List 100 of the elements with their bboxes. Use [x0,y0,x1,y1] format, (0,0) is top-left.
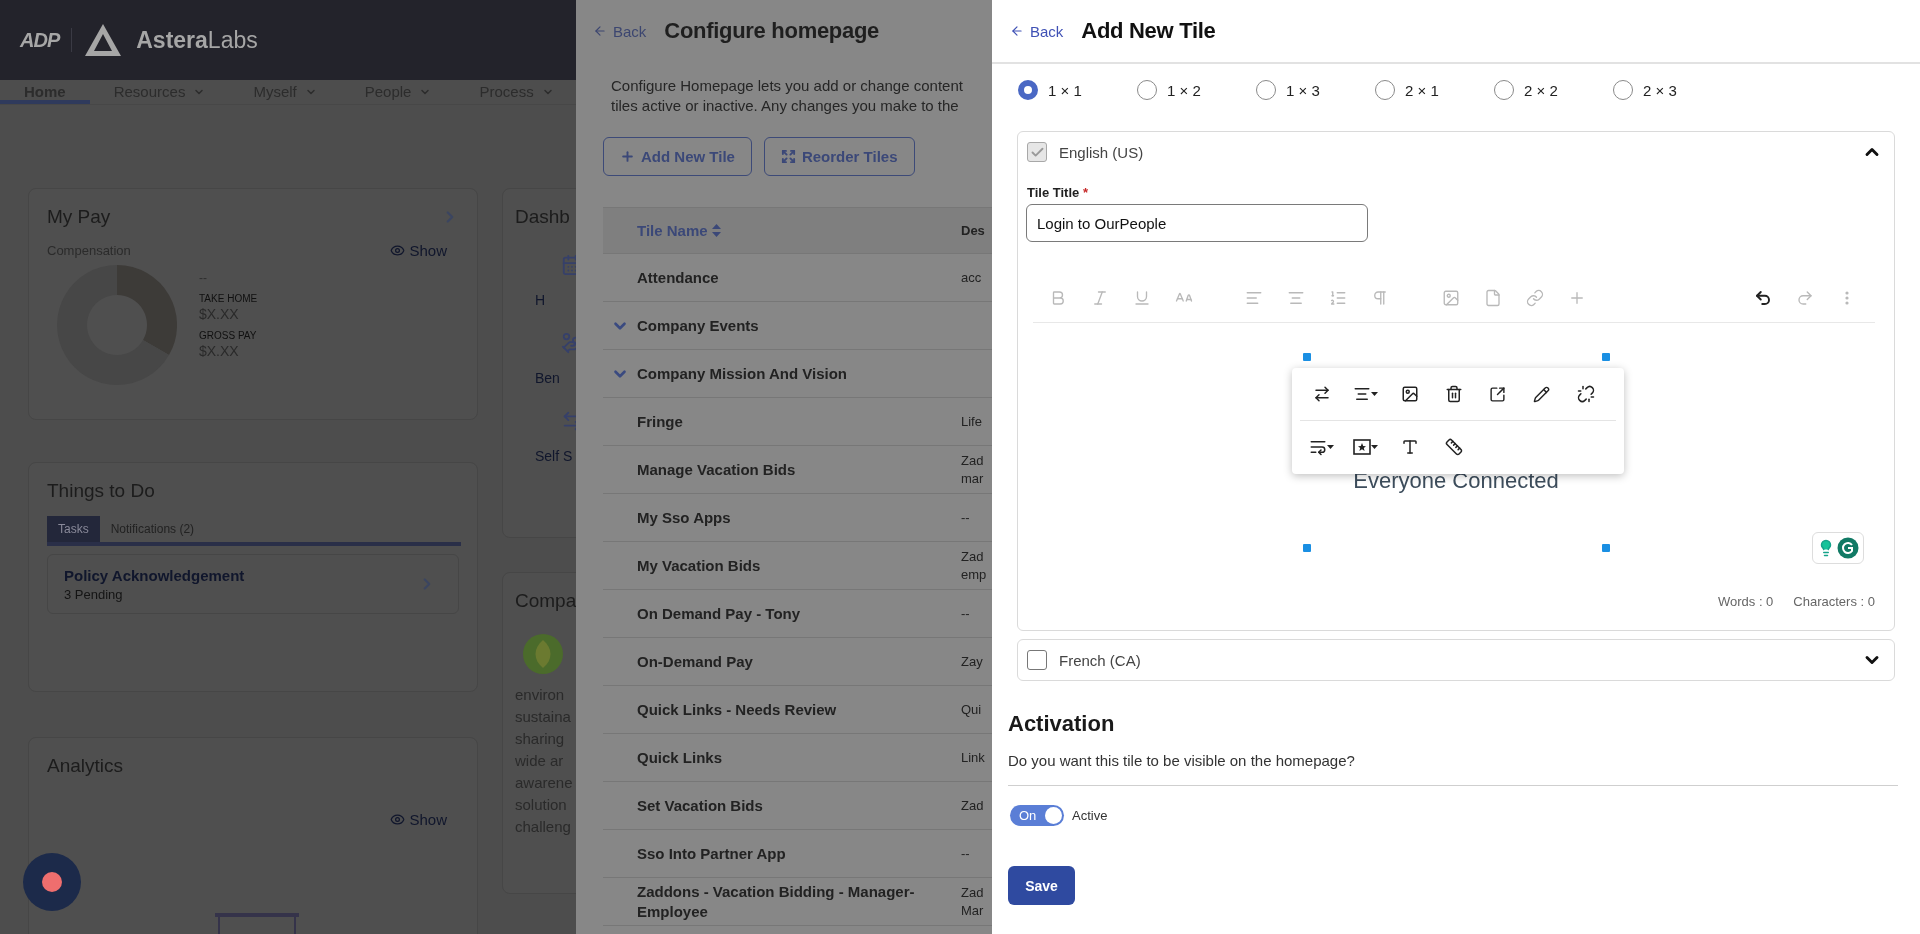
underline-icon [1133,289,1151,307]
field-label: Tile Title * [1027,185,1089,200]
table-cell-text: Quick Links [637,747,724,768]
panel-title: Configure homepage [664,18,879,44]
italic-icon [1091,289,1109,307]
toggle-switch[interactable]: On [1010,805,1064,826]
table-cell-text: Company Events [637,315,760,336]
table-cell-text: Company Mission And Vision [637,363,849,384]
plus-icon [620,149,635,164]
radio-button[interactable] [1256,80,1276,100]
back-link[interactable]: Back [593,22,647,40]
panel-title: Add New Tile [1081,18,1216,44]
dashboard-link[interactable]: Ben [535,370,560,386]
brand-logo[interactable]: AsteraLabs [136,26,258,54]
table-cell-text: Quick Links - Needs Review [637,699,838,720]
table-cell-text: My Sso Apps [637,507,732,528]
show-link[interactable]: Show [390,811,447,828]
ruler-icon [1444,438,1463,456]
table-cell-text: Zay [961,652,984,671]
table-cell-text: Qui [961,700,983,719]
resize-handle[interactable] [1601,353,1610,361]
table-cell-text: On-Demand Pay [637,651,754,672]
radio-button[interactable] [1018,80,1038,100]
numbered-list-icon [1329,289,1347,307]
size-option[interactable]: 1 × 2 [1137,80,1256,100]
add-tile-button[interactable]: Add New Tile [603,137,752,176]
table-cell-text: Zad emp [961,547,988,584]
description-line: Configure Homepage lets you add or change content [611,76,964,96]
table-cell-text: Zad Mar [961,883,985,920]
radio-button[interactable] [1137,80,1157,100]
checkbox[interactable] [1027,650,1047,670]
figure-label: GROSS PAY [199,330,258,341]
table-cell-text: Set Vacation Bids [637,795,764,816]
link-icon [1526,289,1544,307]
radio-button[interactable] [1613,80,1633,100]
status-label: Active [1072,808,1108,823]
arrow-left-icon [1010,24,1024,38]
size-option[interactable]: 2 × 2 [1494,80,1613,100]
task-title: Policy Acknowledgement [64,566,245,584]
table-cell-text: Fringe [637,411,684,432]
dashboard-link[interactable]: Self S [535,448,573,464]
table-cell-text: On Demand Pay - Tony [637,603,802,624]
table-cell-text: -- [961,508,971,527]
table-cell-text: acc [961,268,983,287]
leaf-avatar-icon [523,634,563,674]
resize-handle[interactable] [1601,544,1610,552]
resize-handle[interactable] [1302,353,1311,361]
tab[interactable]: Tasks [47,516,100,542]
language-label: French (CA) [1059,651,1142,669]
align-left-icon [1245,289,1263,307]
word-count: Words : 0 [1717,593,1774,609]
column-header[interactable]: Tile Name [637,220,961,241]
reorder-button[interactable]: Reorder Tiles [763,137,915,176]
caret-icon [1371,445,1378,449]
size-option[interactable]: 1 × 1 [1018,80,1137,100]
size-option[interactable]: 2 × 1 [1375,80,1494,100]
show-link[interactable]: Show [390,242,447,259]
eye-icon [390,812,406,827]
table-cell-text: Manage Vacation Bids [637,459,797,480]
save-button[interactable]: Save [1008,866,1075,905]
pencil-icon [1533,385,1550,403]
table-cell-text: Zaddons - Vacation Bidding - Manager-Employee [637,881,916,922]
radio-button[interactable] [1494,80,1514,100]
question-text: Do you want this tile to be visible on the homepage? [1008,752,1356,769]
table-cell-text: -- [961,604,971,623]
image-icon [1442,289,1460,307]
undo-icon [1754,289,1772,307]
record-icon [42,872,62,892]
table-cell-text: Sso Into Partner App [637,843,787,864]
amount-text: -- [199,271,208,285]
resize-handle[interactable] [1302,544,1311,552]
align-center-icon [1353,385,1371,403]
image-caption: Everyone Connected [1353,468,1559,494]
column-header: Des [961,223,985,238]
figure-label: TAKE HOME [199,293,258,304]
more-icon [1845,291,1849,305]
section-title: Activation [1008,711,1116,737]
table-cell-text: Life [961,412,983,431]
language-label: English (US) [1059,143,1145,161]
file-icon [1484,289,1502,307]
task-item[interactable]: Policy Acknowledgement 3 Pending [47,554,459,614]
grammarly-icon [1837,537,1859,559]
size-option[interactable]: 1 × 3 [1256,80,1375,100]
table-cell-text: -- [961,844,971,863]
size-option[interactable]: 2 × 3 [1613,80,1732,100]
expand-icon [780,149,796,164]
table-cell-text: Zad mar [961,451,985,488]
radio-button[interactable] [1375,80,1395,100]
swap-arrows-icon [1312,385,1331,403]
image-icon [1400,385,1419,403]
back-link[interactable]: Back [1010,22,1064,40]
arrow-left-icon [593,24,607,38]
external-link-icon [1489,385,1506,403]
description-line: tiles active or inactive. Any changes you make to the [611,96,960,116]
dashboard-link[interactable]: H [535,292,546,308]
sort-icon [711,224,721,237]
redo-icon [1796,289,1814,307]
grammarly-widget[interactable] [1812,532,1864,564]
adp-logo[interactable]: ADP [20,28,60,52]
character-count: Characters : 0 [1793,593,1875,609]
